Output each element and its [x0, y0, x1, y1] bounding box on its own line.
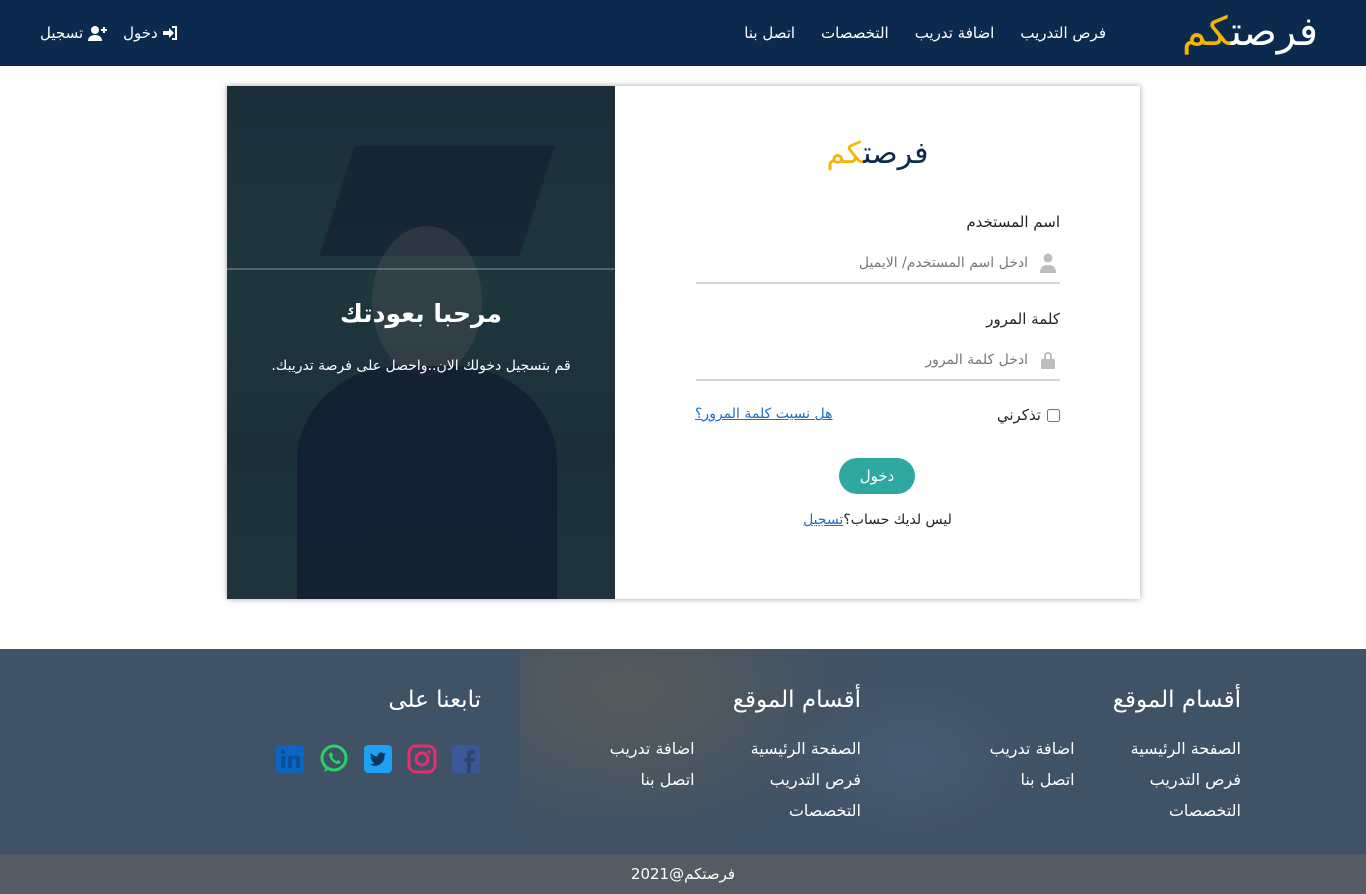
login-link[interactable]: دخول: [123, 24, 178, 42]
nav-link-add-training[interactable]: اضافة تدريب: [915, 24, 995, 42]
login-submit-button[interactable]: دخول: [839, 458, 915, 494]
signup-link[interactable]: تسجيل: [803, 512, 843, 528]
remember-me[interactable]: تذكرني: [997, 406, 1060, 424]
footer-column-follow-us: تابعنا على: [388, 687, 481, 739]
form-brand-part1: فرصت: [863, 136, 929, 171]
form-brand-part2: كم: [826, 136, 864, 171]
nav-link-specializations[interactable]: التخصصات: [821, 24, 889, 42]
brand-logo-part1: فرصت: [1230, 9, 1318, 55]
footer-link-specializations[interactable]: التخصصات: [1131, 801, 1241, 820]
username-input[interactable]: [708, 255, 1028, 271]
twitter-icon[interactable]: [363, 744, 393, 774]
login-card: مرحبا بعودتك قم بتسجيل دخولك الان..واحصل…: [227, 86, 1140, 599]
signup-prompt: ليس لديك حساب؟تسجيل: [615, 512, 1140, 528]
top-navbar: فرصتكم فرص التدريب اضافة تدريب التخصصات …: [0, 0, 1366, 66]
form-brand-logo: فرصتكم: [615, 136, 1140, 171]
remember-me-label: تذكرني: [996, 406, 1041, 424]
register-link[interactable]: تسجيل: [40, 24, 108, 42]
linkedin-icon[interactable]: [275, 744, 305, 774]
forgot-password-link[interactable]: هل نسيت كلمة المرور؟: [695, 406, 833, 422]
user-icon: [1036, 253, 1060, 273]
no-account-text: ليس لديك حساب؟: [843, 512, 952, 528]
sign-in-icon: [162, 25, 178, 41]
footer-link-contact-us[interactable]: اتصل بنا: [610, 770, 694, 789]
username-field-wrapper: [696, 244, 1060, 284]
footer-link-add-training[interactable]: اضافة تدريب: [610, 739, 695, 758]
user-plus-icon: [87, 25, 108, 41]
photo-overlay: [227, 86, 615, 599]
instagram-icon[interactable]: [407, 744, 437, 774]
register-link-label: تسجيل: [40, 24, 84, 42]
footer-link-home[interactable]: الصفحة الرئيسية: [1131, 739, 1241, 758]
footer-column-title: أقسام الموقع: [732, 687, 861, 713]
footer-link-training-opportunities[interactable]: فرص التدريب: [1131, 770, 1241, 789]
graduate-photo-panel: مرحبا بعودتك قم بتسجيل دخولك الان..واحصل…: [227, 86, 615, 599]
username-label: اسم المستخدم: [966, 213, 1060, 231]
footer-link-add-training[interactable]: اضافة تدريب: [990, 739, 1075, 758]
whatsapp-icon[interactable]: [319, 744, 349, 774]
brand-logo-part2: كم: [1182, 9, 1231, 55]
password-field-wrapper: [696, 341, 1060, 381]
login-link-label: دخول: [123, 24, 158, 42]
footer-link-specializations[interactable]: التخصصات: [751, 801, 861, 820]
footer-column-site-sections-2: أقسام الموقع الصفحة الرئيسية اضافة تدريب…: [610, 687, 861, 820]
footer-column-title: تابعنا على: [388, 687, 481, 713]
password-input[interactable]: [708, 352, 1028, 368]
copyright-bar: فرصتكم@2021: [0, 854, 1366, 894]
password-label: كلمة المرور: [986, 310, 1060, 328]
brand-logo[interactable]: فرصتكم: [1182, 6, 1318, 58]
footer-link-home[interactable]: الصفحة الرئيسية: [751, 739, 861, 758]
footer-column-site-sections-1: أقسام الموقع الصفحة الرئيسية اضافة تدريب…: [990, 687, 1241, 820]
photo-divider-line: [227, 268, 615, 270]
remember-me-checkbox[interactable]: [1047, 408, 1060, 422]
welcome-title: مرحبا بعودتك: [339, 299, 502, 328]
lock-icon: [1036, 350, 1060, 370]
social-icons: [275, 744, 481, 774]
copyright-text: فرصتكم@2021: [630, 865, 736, 883]
facebook-icon[interactable]: [451, 744, 481, 774]
footer-link-contact-us[interactable]: اتصل بنا: [990, 770, 1074, 789]
main-nav: فرص التدريب اضافة تدريب التخصصات اتصل بن…: [744, 0, 1106, 66]
welcome-text: قم بتسجيل دخولك الان..واحصل على فرصة تدر…: [271, 358, 571, 374]
footer-column-title: أقسام الموقع: [1112, 687, 1241, 713]
auth-links: تسجيل دخول: [40, 0, 178, 66]
login-form: فرصتكم اسم المستخدم كلمة المرور تذكرني ه…: [615, 86, 1140, 599]
nav-link-training-opportunities[interactable]: فرص التدريب: [1020, 24, 1106, 42]
nav-link-contact-us[interactable]: اتصل بنا: [744, 24, 795, 42]
footer-link-training-opportunities[interactable]: فرص التدريب: [751, 770, 861, 789]
site-footer: أقسام الموقع الصفحة الرئيسية اضافة تدريب…: [0, 649, 1366, 854]
